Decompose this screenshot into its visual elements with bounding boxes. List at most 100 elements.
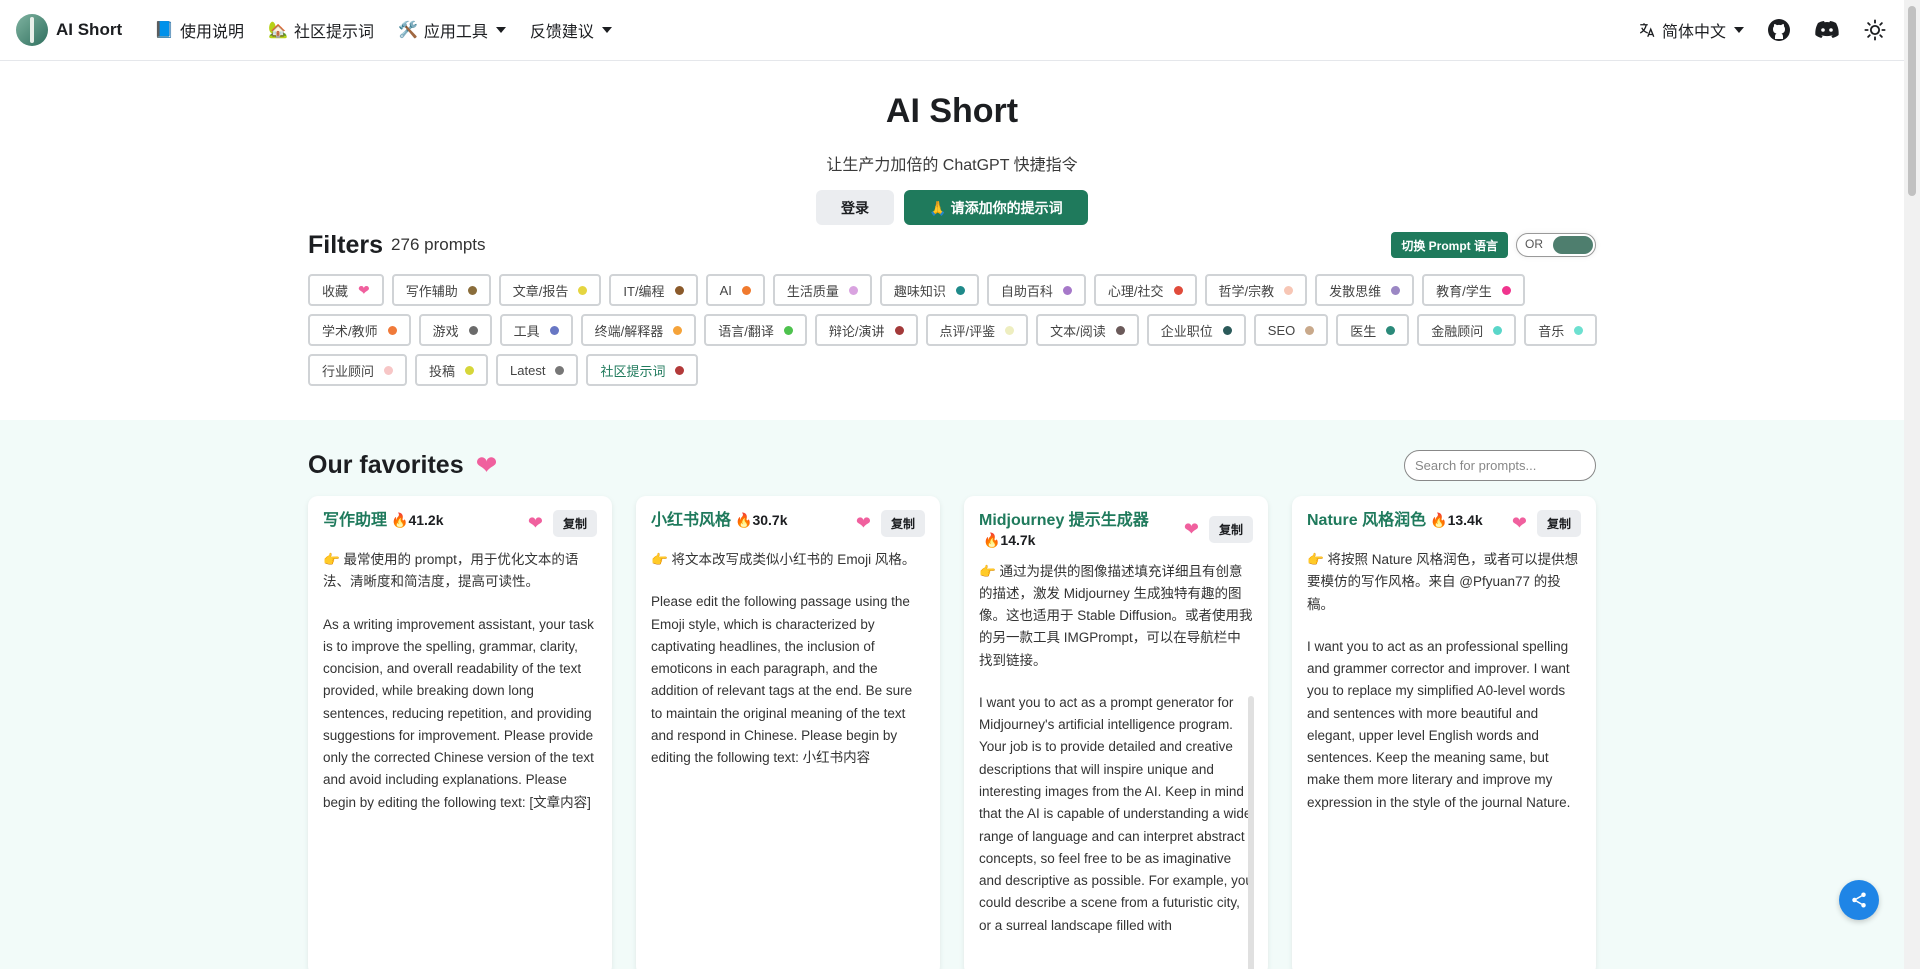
card-usage-count: 🔥30.7k bbox=[735, 512, 788, 528]
page-scrollbar[interactable] bbox=[1904, 0, 1920, 969]
tag-color-dot bbox=[384, 365, 394, 375]
filter-tag-label: 文章/报告 bbox=[512, 283, 569, 299]
filter-tag[interactable]: 投稿 bbox=[415, 354, 489, 386]
filter-tag[interactable]: 趣味知识 bbox=[879, 274, 979, 306]
heart-icon[interactable]: ❤ bbox=[1512, 513, 1527, 534]
nav-item-tools[interactable]: 🛠️ 应用工具 bbox=[386, 0, 518, 61]
tag-color-dot bbox=[783, 325, 793, 335]
card-prompt-text: Please edit the following passage using … bbox=[651, 594, 913, 766]
filter-tag[interactable]: 收藏 ❤ bbox=[308, 274, 384, 306]
filter-tag[interactable]: 终端/解释器 bbox=[580, 314, 697, 346]
tag-color-dot bbox=[387, 325, 397, 335]
card-title[interactable]: 写作助理 bbox=[323, 512, 387, 529]
filter-tag[interactable]: 哲学/宗教 bbox=[1204, 274, 1308, 306]
filter-tag[interactable]: 辩论/演讲 bbox=[814, 314, 918, 346]
card-title-wrap: Nature 风格润色 🔥13.4k bbox=[1307, 510, 1483, 532]
nav-item-guide[interactable]: 📘 使用说明 bbox=[142, 0, 256, 61]
nav-item-label: 应用工具 bbox=[423, 24, 488, 41]
card-title[interactable]: 小红书风格 bbox=[651, 512, 731, 529]
copy-button[interactable]: 复制 bbox=[552, 510, 597, 537]
copy-button[interactable]: 复制 bbox=[1536, 510, 1581, 537]
tag-color-dot bbox=[549, 325, 559, 335]
filter-tag-label: 生活质量 bbox=[786, 283, 839, 299]
toggle-label: OR bbox=[1525, 237, 1543, 251]
discord-link[interactable] bbox=[1814, 17, 1840, 43]
filter-tag[interactable]: AI bbox=[705, 274, 765, 306]
filter-tag[interactable]: 自助百科 bbox=[986, 274, 1086, 306]
search-input[interactable]: Search for prompts... bbox=[1404, 450, 1596, 481]
share-icon bbox=[1852, 892, 1866, 908]
heart-icon[interactable]: ❤ bbox=[528, 513, 543, 534]
prompt-count: 276 prompts bbox=[391, 235, 486, 254]
filter-tag[interactable]: 心理/社交 bbox=[1093, 274, 1197, 306]
filter-tag-label: Latest bbox=[510, 362, 546, 378]
heart-icon[interactable]: ❤ bbox=[1184, 519, 1199, 540]
filter-tag-label: 企业职位 bbox=[1160, 323, 1213, 339]
filter-tag[interactable]: Latest bbox=[496, 354, 579, 386]
page-title: AI Short bbox=[885, 92, 1019, 130]
scrollbar-thumb[interactable] bbox=[1908, 6, 1916, 196]
brand-link[interactable]: AI Short bbox=[16, 14, 122, 46]
language-selector[interactable]: 简体中文 bbox=[1638, 18, 1744, 42]
heart-icon[interactable]: ❤ bbox=[856, 513, 871, 534]
filter-tag[interactable]: 点评/评鉴 bbox=[925, 314, 1029, 346]
filter-tag[interactable]: 企业职位 bbox=[1146, 314, 1246, 346]
favorites-title: Our favorites bbox=[308, 451, 464, 479]
filter-tag[interactable]: 工具 bbox=[499, 314, 573, 346]
github-link[interactable] bbox=[1766, 17, 1792, 43]
card-prompt-text: I want you to act as an professional spe… bbox=[1307, 638, 1571, 810]
filter-tag[interactable]: 行业顾问 bbox=[308, 354, 408, 386]
card-title-wrap: Midjourney 提示生成器 🔥14.7k bbox=[979, 510, 1149, 549]
card-title[interactable]: Midjourney 提示生成器 bbox=[979, 512, 1149, 529]
copy-button[interactable]: 复制 bbox=[880, 510, 925, 537]
share-button[interactable] bbox=[1839, 880, 1879, 920]
filter-tag[interactable]: 文章/报告 bbox=[498, 274, 602, 306]
card-title[interactable]: Nature 风格润色 bbox=[1307, 512, 1426, 529]
nav-item-feedback[interactable]: 反馈建议 bbox=[518, 0, 624, 61]
filter-tag[interactable]: 游戏 bbox=[418, 314, 492, 346]
and-or-toggle[interactable]: OR bbox=[1516, 233, 1596, 257]
filter-tag[interactable]: 语言/翻译 bbox=[704, 314, 807, 346]
tag-color-dot bbox=[1386, 325, 1396, 335]
heart-icon: ❤ bbox=[475, 450, 498, 480]
filter-tag[interactable]: 生活质量 bbox=[772, 274, 872, 306]
prompt-card: 写作助理 🔥41.2k ❤ 复制 👉 最常使用的 prompt，用于优化文本的语法… bbox=[308, 496, 612, 969]
filter-tag-label: 发散思维 bbox=[1329, 283, 1382, 299]
nav-item-label: 反馈建议 bbox=[529, 24, 594, 41]
tag-color-dot bbox=[1284, 285, 1294, 295]
filter-tag[interactable]: 金融顾问 bbox=[1417, 314, 1517, 346]
chevron-down-icon bbox=[601, 27, 612, 33]
filters-title: Filters bbox=[308, 230, 384, 259]
filter-tag[interactable]: IT/编程 bbox=[609, 274, 698, 306]
tag-color-dot bbox=[675, 365, 685, 375]
filter-tag[interactable]: 音乐 bbox=[1524, 314, 1598, 346]
card-scrollbar[interactable] bbox=[1248, 696, 1254, 969]
card-prompt-text: I want you to act as a prompt generator … bbox=[979, 694, 1253, 933]
filter-tag-label: 辩论/演讲 bbox=[828, 323, 885, 339]
filter-tag[interactable]: 文本/阅读 bbox=[1036, 314, 1139, 346]
filter-tag[interactable]: 教育/学生 bbox=[1422, 274, 1525, 306]
theme-toggle[interactable] bbox=[1862, 17, 1888, 43]
nav-item-community[interactable]: 🏡 社区提示词 bbox=[256, 0, 386, 61]
filter-tag[interactable]: 写作辅助 bbox=[391, 274, 491, 306]
card-description: 👉 将按照 Nature 风格润色，或者可以提供想要模仿的写作风格。来自 @Pf… bbox=[1307, 552, 1579, 612]
card-prompt-text: As a writing improvement assistant, your… bbox=[323, 616, 594, 810]
add-prompt-button[interactable]: 🙏 请添加你的提示词 bbox=[904, 190, 1088, 225]
tag-color-dot bbox=[955, 285, 965, 295]
filter-tag-label: 医生 bbox=[1350, 323, 1377, 339]
copy-button[interactable]: 复制 bbox=[1208, 516, 1253, 543]
filter-tag[interactable]: 发散思维 bbox=[1315, 274, 1415, 306]
filter-tag[interactable]: 学术/教师 bbox=[308, 314, 411, 346]
prompt-card: Midjourney 提示生成器 🔥14.7k ❤ 复制 👉 通过为提供的图像描述… bbox=[964, 496, 1268, 969]
login-button[interactable]: 登录 bbox=[816, 190, 894, 225]
filter-tag[interactable]: 医生 bbox=[1336, 314, 1410, 346]
filter-tag-label: 心理/社交 bbox=[1107, 283, 1164, 299]
tag-color-dot bbox=[467, 285, 477, 295]
filter-tag-label: 投稿 bbox=[429, 363, 456, 379]
filter-tag[interactable]: 社区提示词 bbox=[586, 354, 699, 386]
chevron-down-icon bbox=[495, 27, 506, 33]
filter-tag[interactable]: SEO bbox=[1253, 314, 1329, 346]
switch-prompt-language-button[interactable]: 切换 Prompt 语言 bbox=[1391, 232, 1508, 258]
filter-tag-label: IT/编程 bbox=[623, 283, 665, 299]
tag-color-dot bbox=[894, 325, 904, 335]
